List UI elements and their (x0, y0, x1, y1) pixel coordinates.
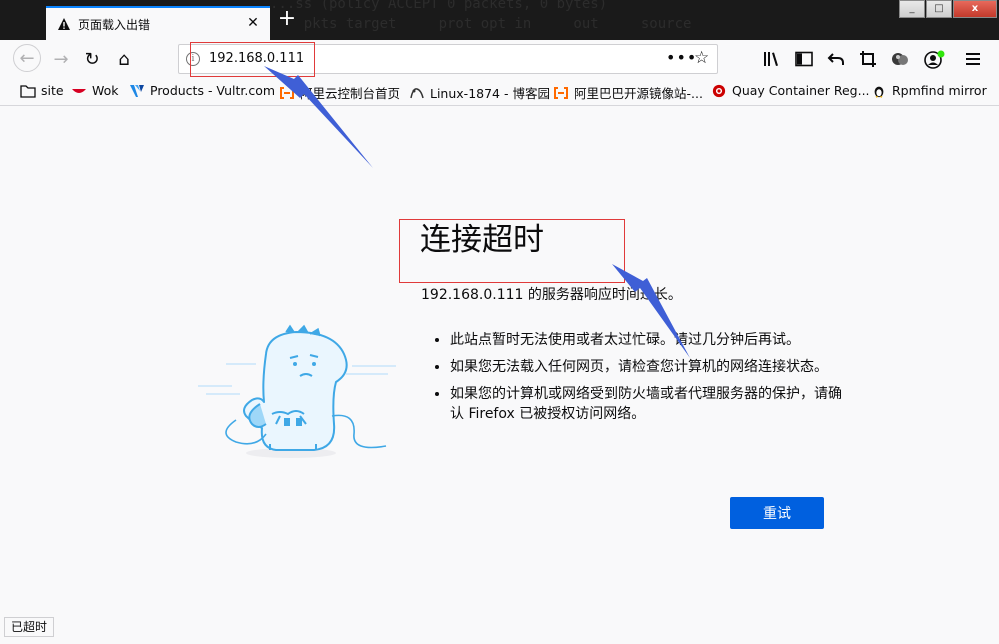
aliyun-mirror-icon (554, 86, 568, 99)
tux-icon (874, 86, 884, 98)
vultr-icon (130, 84, 144, 97)
menu-icon[interactable] (966, 52, 980, 66)
undo-icon[interactable] (827, 51, 845, 67)
bookmarks-toolbar: site Wok Products - Vultr.com 阿里云控制台首页 L… (0, 78, 999, 106)
sidebar-icon[interactable] (795, 51, 813, 67)
bookmark-site[interactable]: site (20, 83, 64, 98)
title-bar: ...ss (policy ACCEPT 0 packets, 0 bytes)… (0, 0, 999, 40)
list-item: 如果您无法载入任何网页，请检查您计算机的网络连接状态。 (450, 357, 850, 377)
tab-title: 页面载入出错 (78, 18, 151, 32)
error-suggestions: 此站点暂时无法使用或者太过忙碌。请过几分钟后再试。 如果您无法载入任何网页，请检… (436, 330, 850, 431)
bookmark-aliyun-console[interactable]: 阿里云控制台首页 (279, 83, 400, 102)
new-tab-button[interactable]: + (276, 8, 298, 30)
list-item: 此站点暂时无法使用或者太过忙碌。请过几分钟后再试。 (450, 330, 850, 350)
warning-icon (58, 18, 70, 30)
annotation-box-url (190, 42, 315, 77)
annotation-box-title (399, 219, 625, 283)
bookmark-cnblogs[interactable]: Linux-1874 - 博客园 (409, 83, 550, 102)
library-icon[interactable] (763, 51, 781, 67)
account-icon[interactable] (923, 49, 945, 71)
minimize-button[interactable]: _ (899, 0, 925, 18)
bookmark-star-icon[interactable]: ☆ (694, 48, 709, 68)
aliyun-icon (280, 86, 294, 99)
tab-active[interactable]: 页面载入出错 ✕ (46, 6, 270, 40)
crop-icon[interactable] (859, 50, 877, 68)
bookmark-vultr[interactable]: Products - Vultr.com (129, 83, 275, 98)
status-bar: 已超时 (4, 617, 55, 637)
tab-close-icon[interactable]: ✕ (244, 14, 262, 32)
page-actions-icon[interactable]: ••• (666, 48, 697, 67)
list-item: 如果您的计算机或网络受到防火墙或者代理服务器的保护，请确认 Firefox 已被… (450, 384, 850, 424)
wok-icon (72, 88, 86, 93)
retry-button[interactable]: 重试 (730, 497, 824, 529)
bookmark-quay[interactable]: Quay Container Reg... (711, 83, 870, 98)
back-button[interactable]: ← (13, 44, 41, 72)
error-page: 连接超时 192.168.0.111 的服务器响应时间过长。 此站点暂时无法使用… (0, 106, 999, 644)
forward-button[interactable]: → (49, 47, 73, 71)
home-button[interactable]: ⌂ (112, 47, 136, 71)
navigation-bar: ← → ↻ ⌂ i 192.168.0.111 ••• ☆ (0, 40, 999, 78)
window-controls: _ □ x (898, 0, 997, 20)
cnblogs-icon (410, 87, 424, 98)
error-description: 192.168.0.111 的服务器响应时间过长。 (421, 287, 682, 303)
extension-icon[interactable] (891, 50, 909, 68)
close-window-button[interactable]: x (953, 0, 997, 18)
background-terminal-text: ...ss (policy ACCEPT 0 packets, 0 bytes)… (270, 0, 692, 32)
folder-icon (20, 84, 36, 98)
reload-button[interactable]: ↻ (80, 47, 104, 71)
quay-icon (712, 84, 726, 97)
error-dinosaur-illustration (198, 324, 396, 458)
bookmark-aliyun-mirror[interactable]: 阿里巴巴开源镜像站-... (553, 83, 703, 102)
bookmark-wok[interactable]: Wok (71, 83, 119, 98)
maximize-button[interactable]: □ (926, 0, 952, 18)
bookmark-rpmfind[interactable]: Rpmfind mirror (871, 83, 987, 98)
